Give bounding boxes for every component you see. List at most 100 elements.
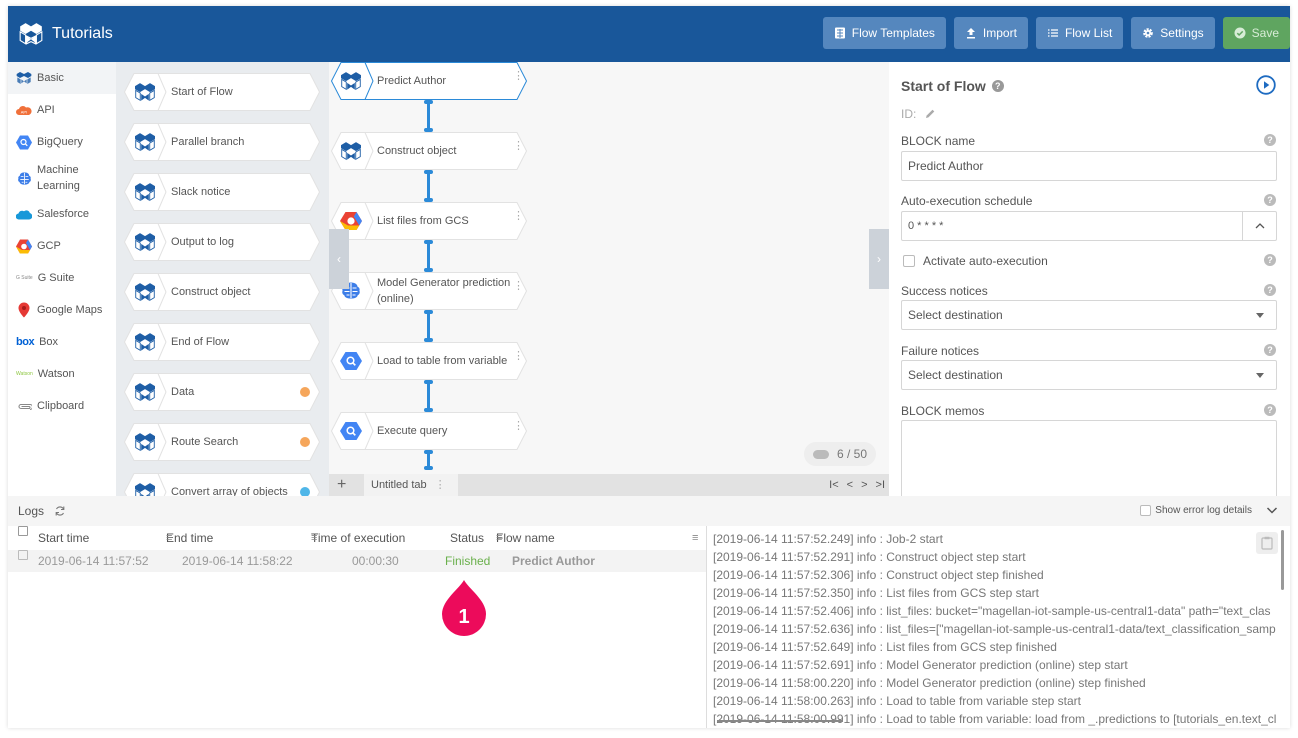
log-line: [2019-06-14 11:57:52.306] info : Constru… — [713, 568, 1044, 582]
help-icon[interactable]: ? — [991, 80, 1004, 92]
block-name-input[interactable] — [901, 151, 1277, 181]
help-icon[interactable]: ? — [1264, 404, 1276, 416]
block-menu-icon[interactable]: ⋮ — [513, 421, 524, 432]
log-output[interactable]: [2019-06-14 11:57:52.249] info : Job-2 s… — [706, 526, 1290, 728]
log-line: [2019-06-14 11:57:52.291] info : Constru… — [713, 550, 1026, 564]
help-icon[interactable]: ? — [1264, 134, 1276, 146]
block-name-label: BLOCK name — [901, 134, 976, 148]
import-button[interactable]: Import — [953, 17, 1028, 49]
success-notices-label: Success notices — [901, 284, 988, 298]
save-button[interactable]: Save — [1222, 17, 1290, 49]
cell-duration: 00:00:30 — [352, 554, 399, 568]
show-error-log-details[interactable]: Show error log details — [1140, 505, 1252, 516]
category-basic[interactable]: Basic — [8, 62, 116, 94]
flow-block[interactable]: Model Generator prediction (online)⋮ — [331, 272, 527, 310]
palette-block[interactable]: Output to log — [124, 223, 320, 261]
column-time-of-execution[interactable]: ≡ Time of execution — [311, 526, 405, 550]
magellan-icon — [135, 333, 155, 352]
import-label: Import — [982, 26, 1017, 40]
block-id-label: ID: — [901, 107, 917, 121]
help-icon[interactable]: ? — [1264, 344, 1276, 356]
chevron-up-icon[interactable] — [1242, 212, 1276, 240]
flow-templates-button[interactable]: Flow Templates — [822, 17, 946, 49]
category-api[interactable]: API API — [8, 94, 116, 126]
category-google-maps[interactable]: Google Maps — [8, 294, 116, 326]
flow-connector — [424, 380, 433, 412]
palette-block[interactable]: Construct object — [124, 273, 320, 311]
save-label: Save — [1251, 26, 1279, 40]
palette-block[interactable]: Data — [124, 373, 320, 411]
help-icon[interactable]: ? — [1264, 194, 1276, 206]
failure-notices-select[interactable]: Select destination — [901, 360, 1277, 390]
block-count-text: 6 / 50 — [836, 447, 868, 461]
column-status[interactable]: Status — [450, 526, 484, 550]
flow-block-label: Model Generator prediction (online) — [377, 277, 511, 305]
palette-block[interactable]: Start of Flow — [124, 73, 320, 111]
activate-auto-execution-checkbox[interactable] — [903, 255, 915, 267]
collapse-left-button[interactable]: ‹ — [329, 229, 349, 289]
schedule-input[interactable]: 0 * * * * — [901, 211, 1277, 241]
help-icon[interactable]: ? — [1264, 254, 1276, 266]
category-salesforce[interactable]: Salesforce — [8, 198, 116, 230]
log-line: [2019-06-14 11:57:52.691] info : Model G… — [713, 658, 1128, 672]
flow-list-button[interactable]: Flow List — [1035, 17, 1124, 49]
refresh-icon[interactable] — [54, 505, 66, 517]
column-end-time[interactable]: ≡ End time — [166, 526, 213, 550]
tab-untitled[interactable]: Untitled tab ⋮ — [364, 474, 458, 496]
category-clipboard[interactable]: Clipboard — [8, 390, 116, 422]
flow-block[interactable]: Load to table from variable ⋮ — [331, 342, 527, 380]
palette-block[interactable]: Slack notice — [124, 173, 320, 211]
settings-button[interactable]: Settings — [1131, 17, 1215, 49]
block-menu-icon[interactable]: ⋮ — [513, 71, 524, 82]
block-menu-icon[interactable]: ⋮ — [513, 141, 524, 152]
category-box[interactable]: box Box — [8, 326, 116, 358]
flow-canvas[interactable]: ‹ › 6 / 50 + Untitled tab ⋮ I< < > >I Pr… — [329, 62, 889, 496]
add-tab-button[interactable]: + — [337, 474, 346, 496]
filter-icon[interactable]: ≡ — [496, 526, 502, 550]
category-watson[interactable]: Watson Watson — [8, 358, 116, 390]
magellan-icon — [135, 283, 155, 302]
prev-tab-button[interactable]: < — [847, 474, 853, 496]
next-tab-button[interactable]: > — [861, 474, 867, 496]
palette-block[interactable]: Parallel branch — [124, 123, 320, 161]
block-menu-icon[interactable]: ⋮ — [513, 211, 524, 222]
log-vertical-scrollbar[interactable] — [1281, 530, 1284, 590]
first-tab-button[interactable]: I< — [829, 474, 838, 496]
palette-block[interactable]: Route Search — [124, 423, 320, 461]
tab-menu-icon[interactable]: ⋮ — [435, 474, 446, 496]
chevron-down-icon[interactable] — [1266, 504, 1278, 516]
filter-icon[interactable]: ≡ — [311, 526, 317, 550]
category-gcp[interactable]: GCP — [8, 230, 116, 262]
flow-block-label: Predict Author — [377, 75, 447, 87]
collapse-right-button[interactable]: › — [869, 229, 889, 289]
show-error-checkbox[interactable] — [1140, 505, 1152, 516]
magellan-icon — [341, 142, 361, 161]
pencil-icon[interactable] — [924, 108, 936, 120]
flow-connector — [424, 450, 433, 470]
filter-icon[interactable]: ≡ — [166, 526, 172, 550]
help-icon[interactable]: ? — [1264, 284, 1276, 296]
block-menu-icon[interactable]: ⋮ — [513, 281, 524, 292]
flow-block[interactable]: Execute query ⋮ — [331, 412, 527, 450]
column-start-time[interactable]: Start time — [38, 526, 89, 550]
filter-icon[interactable]: ≡ — [692, 526, 698, 550]
category-machine-learning[interactable]: Machine Learning — [8, 158, 116, 198]
cell-status: Finished — [445, 554, 491, 568]
category-gsuite[interactable]: G Suite G Suite — [8, 262, 116, 294]
category-label: BigQuery — [37, 136, 83, 148]
copy-to-clipboard-button[interactable] — [1256, 532, 1278, 554]
success-notices-select[interactable]: Select destination — [901, 300, 1277, 330]
table-row[interactable]: 2019-06-14 11:57:52 2019-06-14 11:58:22 … — [8, 550, 706, 572]
category-label: G Suite — [37, 272, 75, 284]
flow-block[interactable]: Predict Author ⋮ — [331, 62, 527, 100]
last-tab-button[interactable]: >I — [876, 474, 885, 496]
flow-block[interactable]: List files from GCS ⋮ — [331, 202, 527, 240]
flow-block[interactable]: Construct object ⋮ — [331, 132, 527, 170]
palette-block[interactable]: End of Flow — [124, 323, 320, 361]
column-flow-name[interactable]: ≡ Flow name — [496, 526, 555, 550]
block-menu-icon[interactable]: ⋮ — [513, 351, 524, 362]
log-horizontal-scrollbar[interactable] — [717, 720, 843, 722]
run-flow-button[interactable] — [1256, 75, 1276, 95]
category-bigquery[interactable]: BigQuery — [8, 126, 116, 158]
palette-block[interactable]: Convert array of objects — [124, 473, 320, 496]
